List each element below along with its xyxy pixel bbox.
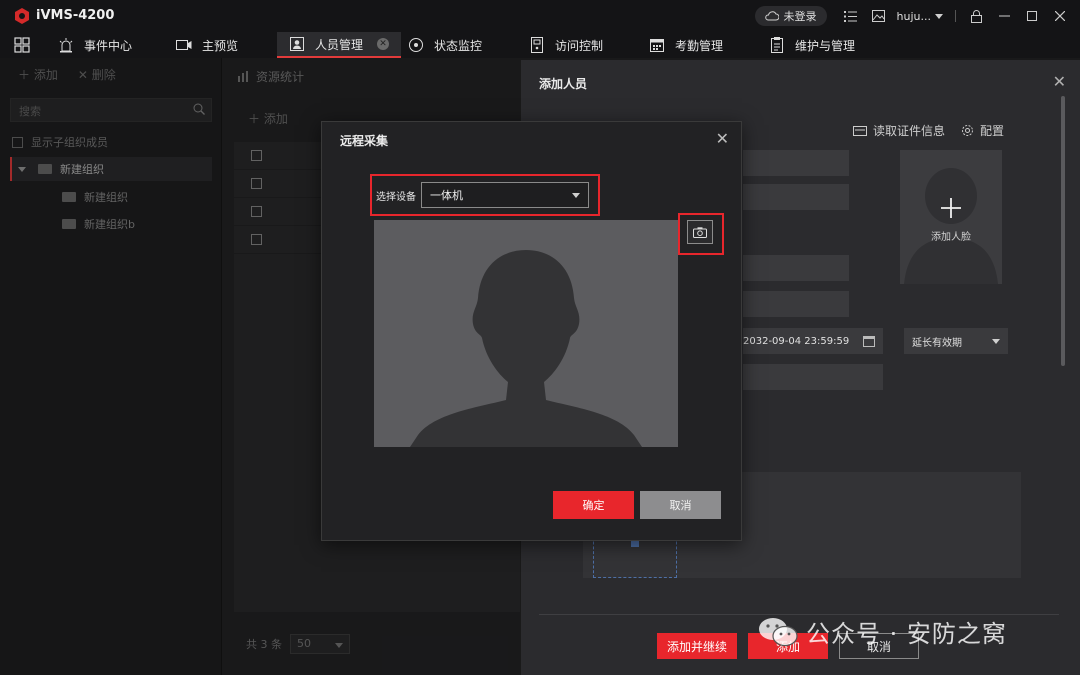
device-label: 选择设备 <box>376 192 416 203</box>
tab-attendance-label: 考勤管理 <box>675 38 724 53</box>
maximize-icon[interactable] <box>1020 4 1044 28</box>
tab-event-center[interactable]: 事件中心 <box>58 32 132 58</box>
form-field[interactable] <box>743 184 849 210</box>
drawer-tools: 读取证件信息 配置 <box>853 122 1004 139</box>
tab-main-preview-label: 主预览 <box>202 38 239 53</box>
end-time-value: 2032-09-04 23:59:59 <box>743 335 850 347</box>
image-icon[interactable] <box>867 4 891 28</box>
capture-preview <box>374 220 678 447</box>
calendar-icon <box>649 37 665 53</box>
form-field[interactable] <box>743 255 849 281</box>
drawer-title: 添加人员 <box>539 77 588 91</box>
dialog-close-icon[interactable]: ✕ <box>716 129 729 148</box>
tab-attendance[interactable]: 考勤管理 <box>649 32 723 58</box>
tab-event-center-label: 事件中心 <box>84 38 133 53</box>
app-logo-icon <box>15 8 29 24</box>
monitor-dial-icon <box>408 37 424 53</box>
video-camera-icon <box>176 37 192 53</box>
maintenance-icon <box>769 37 785 53</box>
chevron-down-icon <box>992 338 1000 344</box>
config-label: 配置 <box>980 124 1005 138</box>
add-and-continue-button[interactable]: 添加并继续 <box>657 633 737 659</box>
title-bar: iVMS-4200 未登录 huju... <box>0 0 1080 32</box>
tab-status-monitor-label: 状态监控 <box>434 38 483 53</box>
confirm-button[interactable]: 确定 <box>553 491 634 519</box>
wechat-icon <box>759 617 798 646</box>
remote-capture-dialog: 远程采集 ✕ 选择设备 一体机 确定 取消 <box>321 121 742 541</box>
tab-close-icon[interactable]: ✕ <box>377 38 390 50</box>
add-face-label: 添加人脸 <box>931 232 971 243</box>
form-field[interactable] <box>743 291 849 317</box>
device-value: 一体机 <box>430 189 463 202</box>
validity-select[interactable]: 延长有效期 <box>904 328 1008 354</box>
person-silhouette-icon <box>410 250 642 447</box>
cloud-icon <box>764 11 779 21</box>
add-face-box[interactable]: 添加人脸 <box>900 150 1002 284</box>
read-id-label: 读取证件信息 <box>873 124 946 138</box>
user-name[interactable]: huju... <box>897 10 931 23</box>
end-time-input[interactable]: 2032-09-04 23:59:59 <box>743 328 883 354</box>
capture-button-highlight <box>678 213 724 255</box>
camera-icon <box>693 226 707 238</box>
device-select-highlight: 选择设备 一体机 <box>370 174 600 216</box>
drawer-close-icon[interactable]: ✕ <box>1053 72 1066 91</box>
plus-icon <box>941 198 961 218</box>
close-icon[interactable] <box>1048 4 1072 28</box>
login-status-button[interactable]: 未登录 <box>754 6 827 26</box>
minimize-icon[interactable] <box>992 4 1016 28</box>
watermark: 公众号 · 安防之窝 <box>758 614 1007 649</box>
module-tab-bar: 事件中心 主预览 人员管理 ✕ 状态监控 访问控制 考勤管理 维护与管理 <box>0 32 1080 58</box>
access-door-icon <box>529 37 545 53</box>
tab-maintenance[interactable]: 维护与管理 <box>769 32 855 58</box>
grid-icon <box>14 37 30 53</box>
capture-button[interactable] <box>687 220 713 244</box>
tab-maintenance-label: 维护与管理 <box>795 38 856 53</box>
cancel-button[interactable]: 取消 <box>640 491 721 519</box>
drawer-scrollbar[interactable] <box>1061 96 1065 366</box>
home-grid-button[interactable] <box>14 32 30 58</box>
validity-value: 延长有效期 <box>912 337 962 349</box>
person-card-icon <box>289 36 305 52</box>
title-bar-controls: 未登录 huju... <box>754 0 1080 32</box>
tab-person-management-label: 人员管理 <box>315 37 364 52</box>
config-button[interactable]: 配置 <box>961 122 1004 139</box>
watermark-text: 公众号 · 安防之窝 <box>806 620 1007 648</box>
tab-status-monitor[interactable]: 状态监控 <box>408 32 482 58</box>
tab-person-management[interactable]: 人员管理 ✕ <box>277 32 402 58</box>
chevron-down-icon <box>572 192 580 198</box>
read-id-button[interactable]: 读取证件信息 <box>853 122 945 139</box>
lock-icon[interactable] <box>964 4 988 28</box>
app-title: iVMS-4200 <box>36 8 115 23</box>
device-select[interactable]: 一体机 <box>421 182 589 208</box>
form-field[interactable] <box>743 364 883 390</box>
alarm-light-icon <box>58 37 74 53</box>
dialog-title: 远程采集 <box>340 134 389 148</box>
tab-access-control[interactable]: 访问控制 <box>529 32 603 58</box>
list-menu-icon[interactable] <box>839 4 863 28</box>
tab-access-control-label: 访问控制 <box>555 38 604 53</box>
gear-icon <box>962 125 974 136</box>
user-dropdown-icon[interactable] <box>935 13 943 19</box>
tab-main-preview[interactable]: 主预览 <box>176 32 238 58</box>
app-window: iVMS-4200 未登录 huju... 事件中心 主预览 人员管理 ✕ 状态… <box>0 0 1080 675</box>
login-status-label: 未登录 <box>783 10 817 23</box>
id-card-icon <box>853 125 867 136</box>
title-divider <box>955 10 956 22</box>
calendar-icon[interactable] <box>863 335 875 347</box>
form-field[interactable] <box>743 150 849 176</box>
